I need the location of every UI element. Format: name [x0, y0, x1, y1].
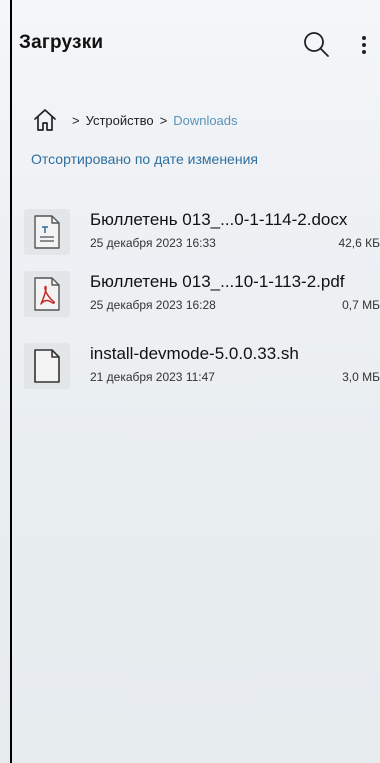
home-icon[interactable] — [32, 107, 58, 133]
more-vert-icon — [362, 36, 366, 54]
more-options-button[interactable] — [352, 30, 376, 60]
generic-file-icon — [24, 343, 70, 389]
file-date: 25 декабря 2023 16:28 — [90, 298, 216, 312]
search-button[interactable] — [300, 28, 334, 62]
file-size: 42,6 КБ — [338, 236, 380, 250]
chevron-right-icon: > — [159, 112, 168, 128]
docx-file-icon — [24, 209, 70, 255]
chevron-right-icon: > — [72, 112, 80, 128]
sort-order-label[interactable]: Отсортировано по дате изменения — [31, 151, 258, 167]
file-name: Бюллетень 013_...10-1-113-2.pdf — [90, 272, 345, 291]
file-size: 3,0 МБ — [342, 370, 380, 384]
file-list-item[interactable]: install-devmode-5.0.0.33.sh 21 декабря 2… — [22, 339, 380, 393]
breadcrumb-item-downloads[interactable]: Downloads — [173, 113, 237, 128]
file-size: 0,7 МБ — [342, 298, 380, 312]
file-date: 25 декабря 2023 16:33 — [90, 236, 216, 250]
file-list-item[interactable]: Бюллетень 013_...10-1-113-2.pdf 25 декаб… — [22, 267, 380, 321]
page-title: Загрузки — [19, 32, 104, 53]
search-icon — [304, 32, 329, 57]
file-list-item[interactable]: Бюллетень 013_...0-1-114-2.docx 25 декаб… — [22, 205, 380, 259]
app-header: Загрузки — [0, 0, 380, 90]
breadcrumb-item-device[interactable]: Устройство — [86, 113, 154, 128]
pdf-file-icon — [24, 271, 70, 317]
breadcrumb: > Устройство > Downloads — [32, 106, 238, 134]
file-name: install-devmode-5.0.0.33.sh — [90, 344, 299, 363]
file-name: Бюллетень 013_...0-1-114-2.docx — [90, 210, 348, 229]
window-edge-bar — [10, 0, 12, 763]
file-date: 21 декабря 2023 11:47 — [90, 370, 215, 384]
